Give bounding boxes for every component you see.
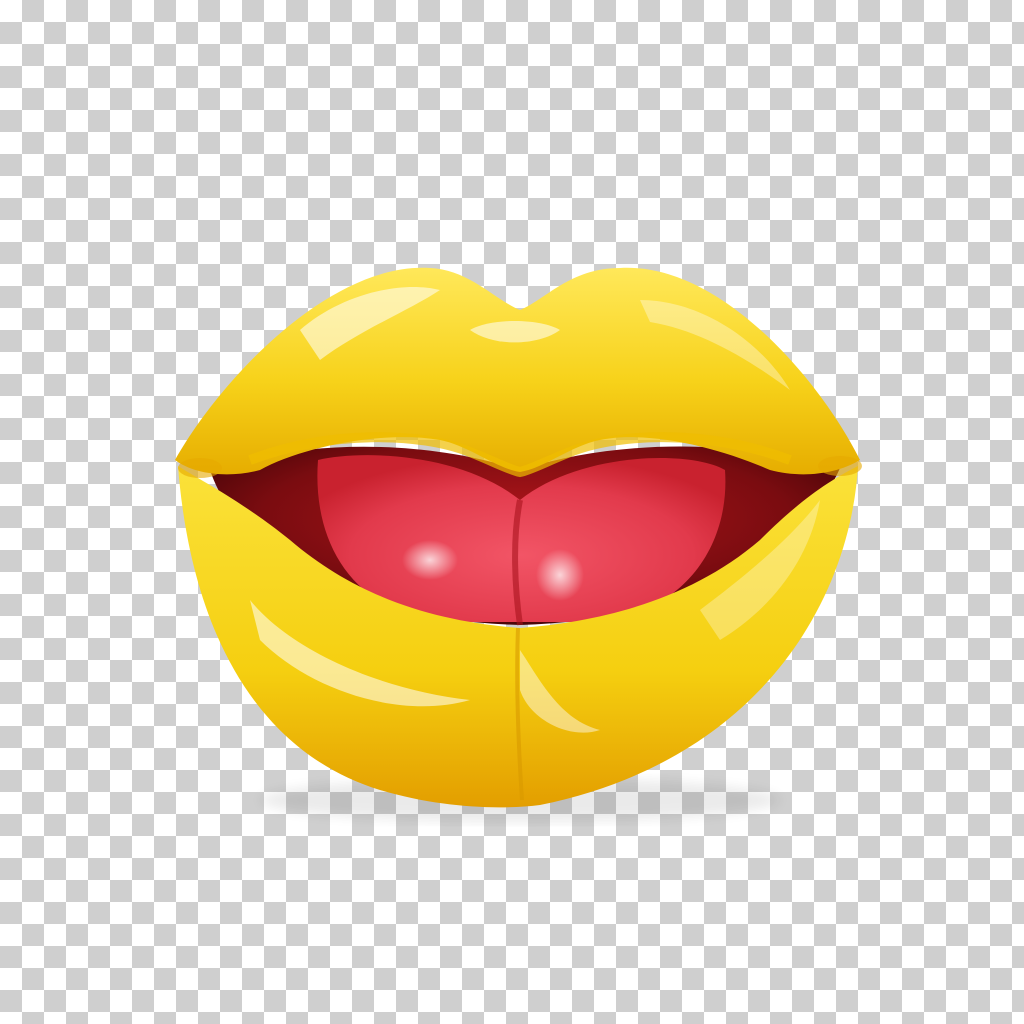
transparency-checkerboard-background [0,0,1024,1024]
upper-lip [175,267,860,475]
left-mouth-corner [178,458,222,478]
lips-illustration [175,267,862,822]
tongue-highlight-right [536,549,584,601]
right-mouth-corner [818,456,862,476]
tongue-highlight-left [402,540,458,580]
